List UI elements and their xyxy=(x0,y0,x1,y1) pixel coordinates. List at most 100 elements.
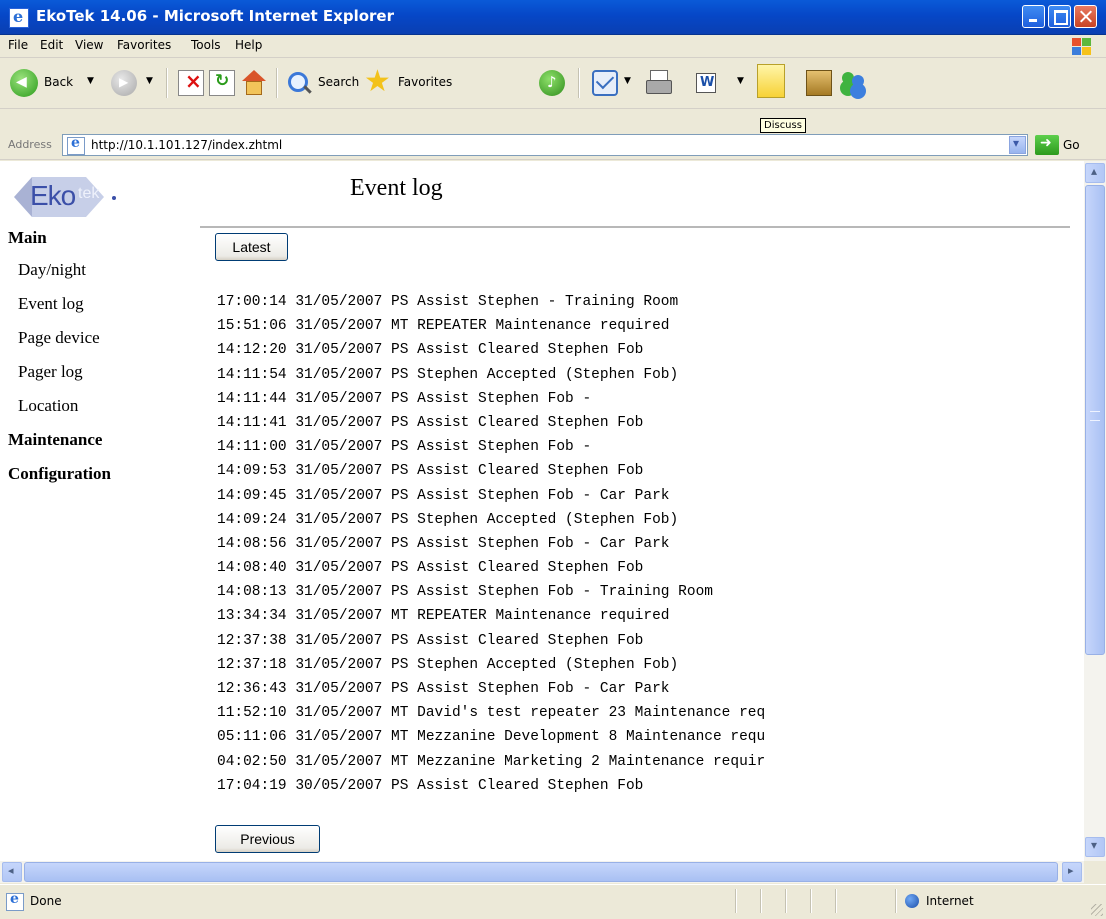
status-divider xyxy=(810,889,812,913)
menu-bar: File Edit View Favorites Tools Help xyxy=(0,35,1106,58)
scroll-up-icon[interactable] xyxy=(1085,163,1105,183)
menu-favorites[interactable]: Favorites xyxy=(117,38,171,52)
log-entry: 04:02:50 31/05/2007 MT Mezzanine Marketi… xyxy=(217,753,766,770)
header-divider xyxy=(200,226,1070,228)
discuss-tooltip: Discuss xyxy=(760,118,806,133)
previous-button[interactable]: Previous xyxy=(215,825,320,853)
search-icon[interactable] xyxy=(286,70,312,96)
menu-file[interactable]: File xyxy=(8,38,28,52)
nav-maintenance[interactable]: Maintenance xyxy=(8,430,102,450)
nav-configuration[interactable]: Configuration xyxy=(8,464,111,484)
scroll-down-icon[interactable] xyxy=(1085,837,1105,857)
mail-dropdown[interactable]: ▼ xyxy=(624,76,631,86)
favorites-button-label[interactable]: Favorites xyxy=(398,75,452,89)
log-entry: 14:09:53 31/05/2007 PS Assist Cleared St… xyxy=(217,463,644,480)
address-url[interactable]: http://10.1.101.127/index.zhtml xyxy=(91,138,282,152)
edit-icon[interactable] xyxy=(696,73,716,93)
logo-text: Eko xyxy=(30,180,76,211)
logo-text-suffix: tek xyxy=(78,185,100,202)
nav-event-log[interactable]: Event log xyxy=(18,294,84,314)
address-input[interactable]: http://10.1.101.127/index.zhtml xyxy=(62,134,1028,156)
log-entry: 14:12:20 31/05/2007 PS Assist Cleared St… xyxy=(217,342,644,359)
log-entry: 14:11:54 31/05/2007 PS Stephen Accepted … xyxy=(217,366,679,383)
chevron-down-icon[interactable] xyxy=(1009,136,1026,154)
address-bar: Address http://10.1.101.127/index.zhtml … xyxy=(0,133,1106,160)
vertical-scrollbar[interactable] xyxy=(1084,161,1106,861)
log-entry: 14:08:56 31/05/2007 PS Assist Stephen Fo… xyxy=(217,535,670,552)
media-icon[interactable] xyxy=(539,70,565,96)
log-entry: 14:11:44 31/05/2007 PS Assist Stephen Fo… xyxy=(217,390,592,407)
toolbar-separator xyxy=(578,68,580,98)
toolbar-separator xyxy=(276,68,278,98)
nav-pager-log[interactable]: Pager log xyxy=(18,362,83,382)
go-icon[interactable] xyxy=(1035,135,1059,155)
horizontal-scroll-thumb[interactable] xyxy=(24,862,1058,882)
toolbar-separator xyxy=(166,68,168,98)
home-icon[interactable] xyxy=(240,70,266,96)
ekotek-logo: Eko tek xyxy=(14,174,124,220)
event-log-list: 17:00:14 31/05/2007 PS Assist Stephen - … xyxy=(217,290,892,798)
back-button-label[interactable]: Back xyxy=(44,75,73,89)
discuss-icon[interactable] xyxy=(757,64,785,98)
log-entry: 12:37:18 31/05/2007 PS Stephen Accepted … xyxy=(217,656,679,673)
latest-button[interactable]: Latest xyxy=(215,233,288,261)
log-entry: 12:36:43 31/05/2007 PS Assist Stephen Fo… xyxy=(217,681,670,697)
logo-dot xyxy=(112,196,116,200)
menu-edit[interactable]: Edit xyxy=(40,38,63,52)
menu-view[interactable]: View xyxy=(75,38,103,52)
nav-location[interactable]: Location xyxy=(18,396,78,416)
status-divider xyxy=(760,889,762,913)
status-divider xyxy=(735,889,737,913)
go-button-label[interactable]: Go xyxy=(1063,138,1080,152)
back-history-dropdown[interactable]: ▼ xyxy=(87,76,94,86)
resize-grip-icon[interactable] xyxy=(1091,904,1103,916)
log-entry: 11:52:10 31/05/2007 MT David's test repe… xyxy=(217,705,766,722)
log-entry: 13:34:34 31/05/2007 MT REPEATER Maintena… xyxy=(217,608,670,625)
page-viewport: Eko tek Event log Main Day/night Event l… xyxy=(0,161,1084,861)
status-divider xyxy=(835,889,837,913)
scroll-right-icon[interactable] xyxy=(1062,862,1082,882)
vertical-scroll-thumb[interactable] xyxy=(1085,185,1105,655)
forward-icon[interactable] xyxy=(111,70,137,96)
address-label: Address xyxy=(8,138,52,151)
nav-page-device[interactable]: Page device xyxy=(18,328,100,348)
ie-page-icon xyxy=(6,891,24,911)
scroll-grip xyxy=(1090,411,1100,421)
status-text: Done xyxy=(30,894,62,908)
print-icon[interactable] xyxy=(646,70,672,96)
research-icon[interactable] xyxy=(806,70,832,96)
menu-tools[interactable]: Tools xyxy=(191,38,221,52)
internet-zone-icon xyxy=(905,894,919,908)
edit-dropdown[interactable]: ▼ xyxy=(737,76,744,86)
stop-icon[interactable] xyxy=(178,69,204,96)
log-entry: 15:51:06 31/05/2007 MT REPEATER Maintena… xyxy=(217,318,670,335)
maximize-button[interactable] xyxy=(1048,5,1071,28)
log-entry: 14:08:13 31/05/2007 PS Assist Stephen Fo… xyxy=(217,584,713,601)
favorites-star-icon[interactable]: ★ xyxy=(364,67,394,97)
log-entry: 14:08:40 31/05/2007 PS Assist Cleared St… xyxy=(217,560,644,577)
messenger-icon[interactable] xyxy=(840,70,866,96)
log-entry: 17:00:14 31/05/2007 PS Assist Stephen - … xyxy=(217,294,679,310)
scroll-left-icon[interactable] xyxy=(2,862,22,882)
search-button-label[interactable]: Search xyxy=(318,75,359,89)
back-icon[interactable] xyxy=(10,69,38,97)
windows-logo-icon xyxy=(1072,38,1092,56)
refresh-icon[interactable] xyxy=(209,70,235,96)
ie-page-icon xyxy=(67,135,85,155)
nav-main[interactable]: Main xyxy=(8,228,47,248)
status-divider xyxy=(785,889,787,913)
status-bar: Done Internet xyxy=(0,884,1106,919)
menu-help[interactable]: Help xyxy=(235,38,262,52)
nav-day-night[interactable]: Day/night xyxy=(18,260,86,280)
forward-history-dropdown[interactable]: ▼ xyxy=(146,76,153,86)
page-title: Event log xyxy=(350,175,443,201)
horizontal-scrollbar[interactable] xyxy=(0,861,1084,883)
window-title: EkoTek 14.06 - Microsoft Internet Explor… xyxy=(36,7,394,25)
log-entry: 14:09:45 31/05/2007 PS Assist Stephen Fo… xyxy=(217,487,670,504)
log-entry: 14:11:00 31/05/2007 PS Assist Stephen Fo… xyxy=(217,439,592,456)
close-button[interactable] xyxy=(1074,5,1097,28)
title-bar[interactable]: EkoTek 14.06 - Microsoft Internet Explor… xyxy=(0,0,1106,35)
minimize-button[interactable] xyxy=(1022,5,1045,28)
mail-icon[interactable] xyxy=(592,70,618,96)
toolbar: Back ▼ ▼ Search ★ Favorites ▼ ▼ xyxy=(0,58,1106,109)
